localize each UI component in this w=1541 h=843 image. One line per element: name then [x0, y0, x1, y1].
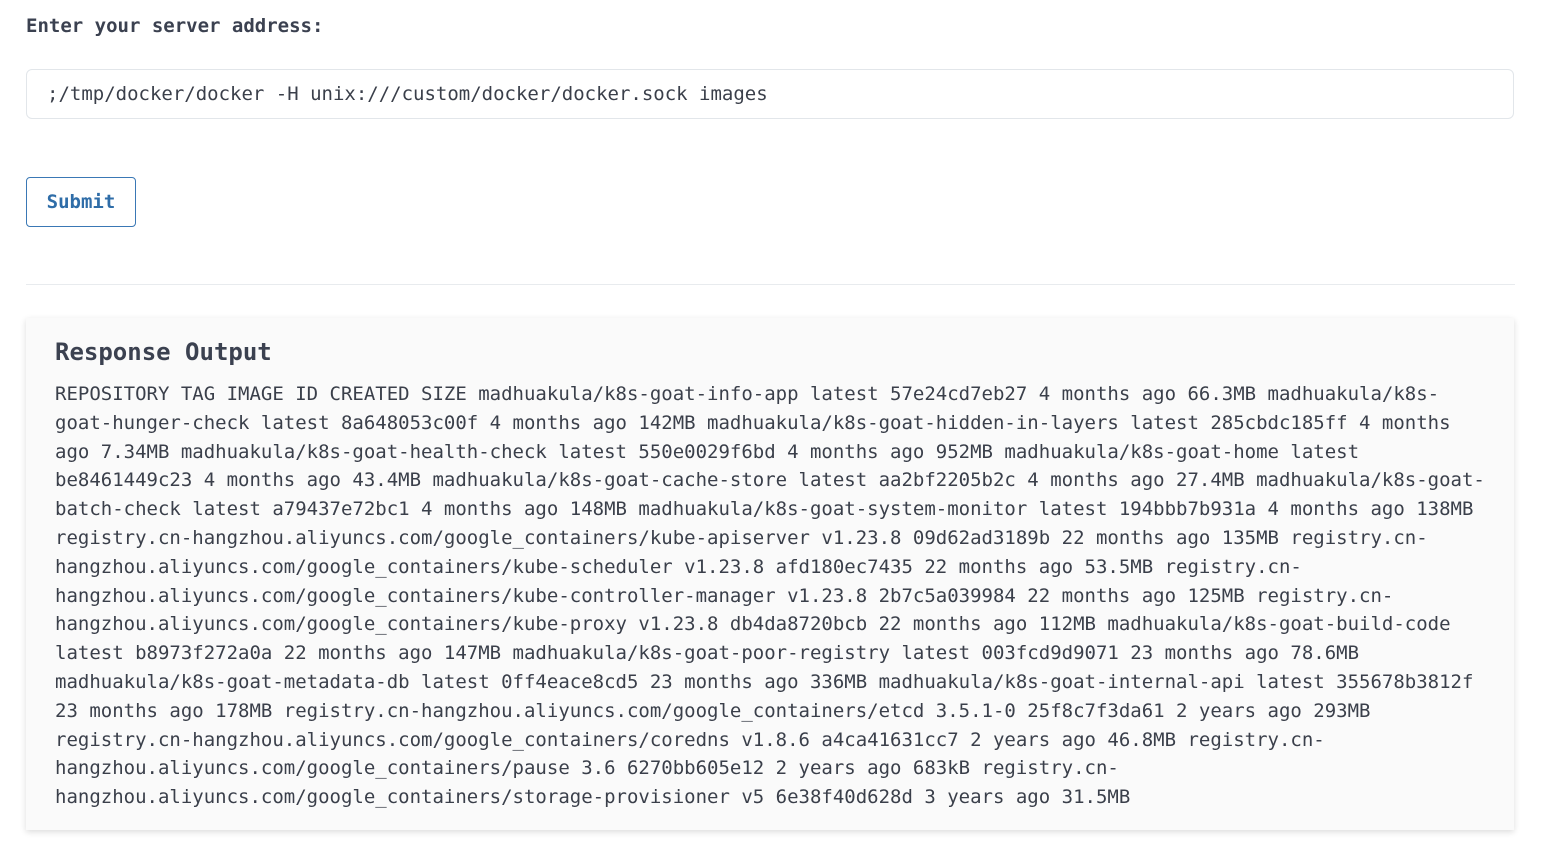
response-output-panel: Response Output REPOSITORY TAG IMAGE ID … [26, 318, 1514, 830]
section-divider [26, 284, 1515, 285]
server-address-input[interactable] [26, 69, 1514, 119]
response-output-title: Response Output [55, 338, 272, 366]
response-output-text: REPOSITORY TAG IMAGE ID CREATED SIZE mad… [55, 383, 1485, 809]
submit-button[interactable]: Submit [26, 177, 136, 227]
server-address-label: Enter your server address: [26, 15, 324, 37]
